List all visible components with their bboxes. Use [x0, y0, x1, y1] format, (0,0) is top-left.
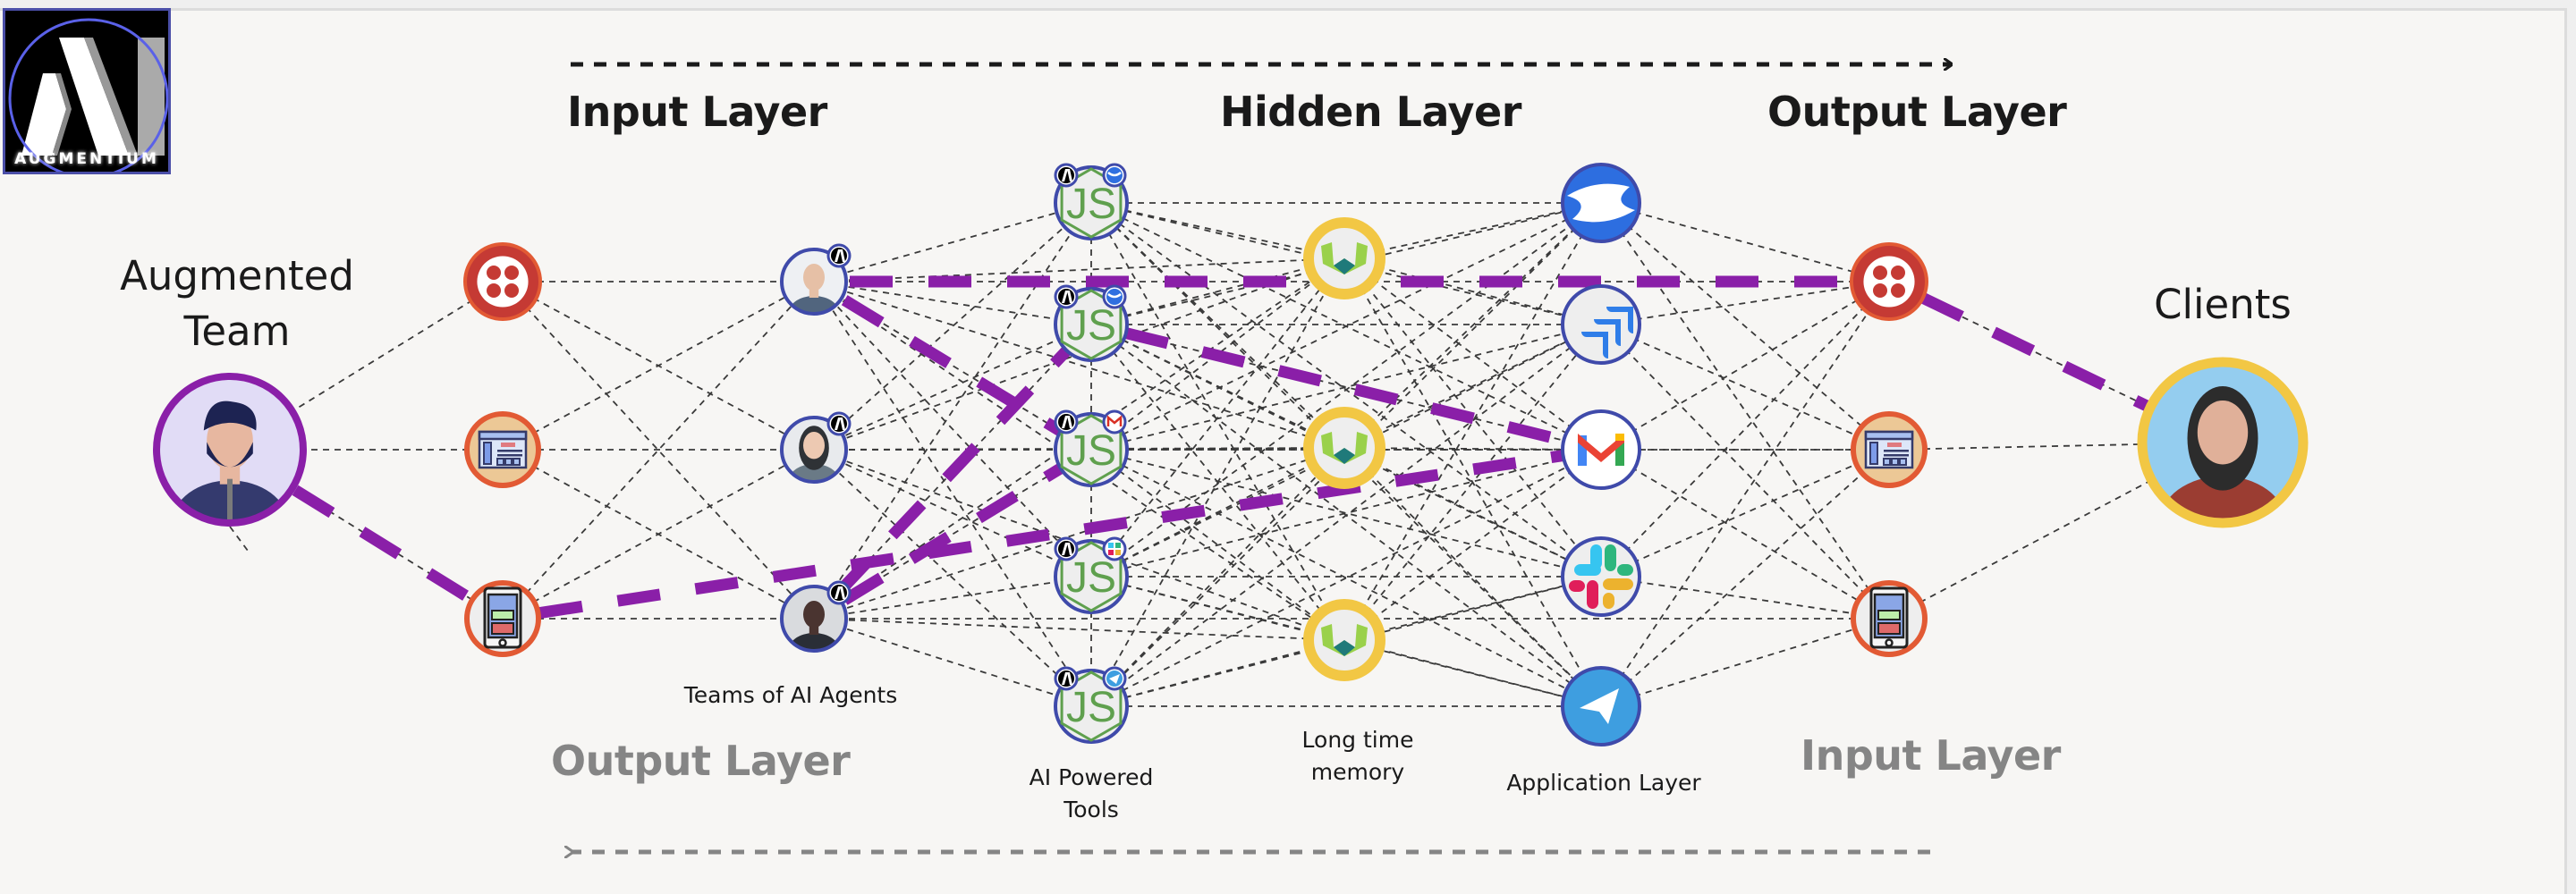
connection-line [1600, 324, 1890, 451]
connection-line [813, 202, 1092, 283]
logo-wordmark: AUGMENTIUM [14, 150, 159, 168]
weaviate-icon[interactable] [1303, 599, 1385, 681]
woman-avatar[interactable] [2137, 357, 2309, 569]
connection-line [1600, 324, 1890, 620]
header-output-layer: Output Layer [1767, 88, 2067, 136]
mobile-app-icon[interactable] [464, 580, 541, 657]
memory-label-line-2: memory [1310, 759, 1405, 785]
connection-line [1343, 324, 1602, 641]
augmentium-badge [1054, 666, 1079, 691]
clients-label: Clients [2154, 281, 2292, 328]
twilio-icon[interactable] [463, 242, 542, 321]
jira-icon[interactable] [1561, 284, 1641, 365]
apps-column-label: Application Layer [1506, 770, 1701, 796]
augmentium-badge [826, 243, 852, 268]
nodejs-icon[interactable]: JS [1054, 666, 1129, 744]
memory-column-label: Long time memory [1268, 724, 1447, 789]
agents-column-label: Teams of AI Agents [683, 682, 898, 708]
team-label-line-1: Augmented [120, 252, 354, 299]
connection-line [813, 281, 1092, 707]
dark-female-ai-agent-avatar[interactable] [780, 580, 852, 672]
nodejs-js-glyph: JS [1066, 554, 1116, 602]
connection-line [1090, 447, 1345, 578]
nodejs-js-glyph: JS [1066, 427, 1116, 475]
connection-line [502, 281, 815, 451]
team-label-line-2: Team [183, 308, 291, 355]
confluence-icon[interactable] [1561, 163, 1641, 243]
nodejs-icon[interactable]: JS [1054, 163, 1129, 240]
connection-line [1600, 618, 1890, 707]
nodejs-js-glyph: JS [1066, 302, 1116, 350]
augmentium-badge [1054, 409, 1079, 434]
connection-line [1600, 449, 1890, 707]
gmail-icon[interactable] [1561, 409, 1641, 490]
connection-line [229, 526, 251, 555]
telegram-badge [1102, 666, 1127, 691]
weaviate-icon[interactable] [1303, 217, 1385, 299]
tools-label-line-2: Tools [1063, 797, 1119, 822]
bearded-man-avatar[interactable] [153, 373, 307, 565]
connection-line [813, 202, 1092, 620]
augmentium-badge [826, 580, 852, 605]
bottom-header-output-layer: Output Layer [551, 737, 851, 785]
header-hidden-layer: Hidden Layer [1220, 88, 1521, 136]
memory-label-line-1: Long time [1301, 727, 1414, 753]
web-page-icon[interactable] [1851, 411, 1928, 488]
connection-line [1600, 281, 1890, 707]
twilio-icon[interactable] [1850, 242, 1928, 321]
gmail-badge [1102, 409, 1127, 434]
nodejs-js-glyph: JS [1066, 684, 1116, 731]
slack-icon[interactable] [1561, 536, 1641, 617]
slack-badge [1102, 536, 1127, 561]
network-nodes: JS JS JS JS JS [153, 163, 2309, 746]
weaviate-icon[interactable] [1303, 407, 1385, 489]
connection-line [1600, 281, 1890, 325]
augmentium-badge [826, 411, 852, 436]
mobile-app-icon[interactable] [1851, 580, 1928, 657]
augmentium-badge [1054, 284, 1079, 309]
confluence-badge [1102, 163, 1127, 188]
web-page-icon[interactable] [464, 411, 541, 488]
augmentium-badge [1054, 536, 1079, 561]
augmentium-logo-mark [8, 18, 168, 172]
connection-line [1600, 576, 1890, 620]
connection-line [1343, 449, 1602, 641]
augmentium-logo[interactable]: AUGMENTIUM [3, 8, 171, 174]
header-input-layer: Input Layer [567, 88, 827, 136]
nodejs-icon[interactable]: JS [1054, 409, 1129, 487]
tools-column-label: AI Powered Tools [1002, 762, 1181, 826]
connection-line [813, 618, 1345, 641]
connection-line [1600, 202, 1890, 620]
connection-line [1600, 281, 1890, 451]
highlight-path-segment [292, 485, 474, 604]
telegram-icon[interactable] [1561, 666, 1641, 746]
connection-line [1600, 449, 1890, 620]
augmentium-badge [1054, 163, 1079, 188]
connection-line [1600, 202, 1890, 283]
tools-label-line-1: AI Powered [1029, 764, 1154, 790]
nodejs-js-glyph: JS [1066, 181, 1116, 228]
connection-line [1090, 324, 1345, 449]
connection-line [1090, 257, 1345, 578]
jira-badge [1102, 284, 1127, 309]
connection-line [1090, 202, 1345, 449]
bottom-header-input-layer: Input Layer [1801, 731, 2061, 780]
team-label: Augmented Team [107, 249, 367, 359]
female-ai-agent-avatar[interactable] [780, 411, 852, 503]
nodejs-icon[interactable]: JS [1054, 536, 1129, 614]
nodejs-icon[interactable]: JS [1054, 284, 1129, 362]
